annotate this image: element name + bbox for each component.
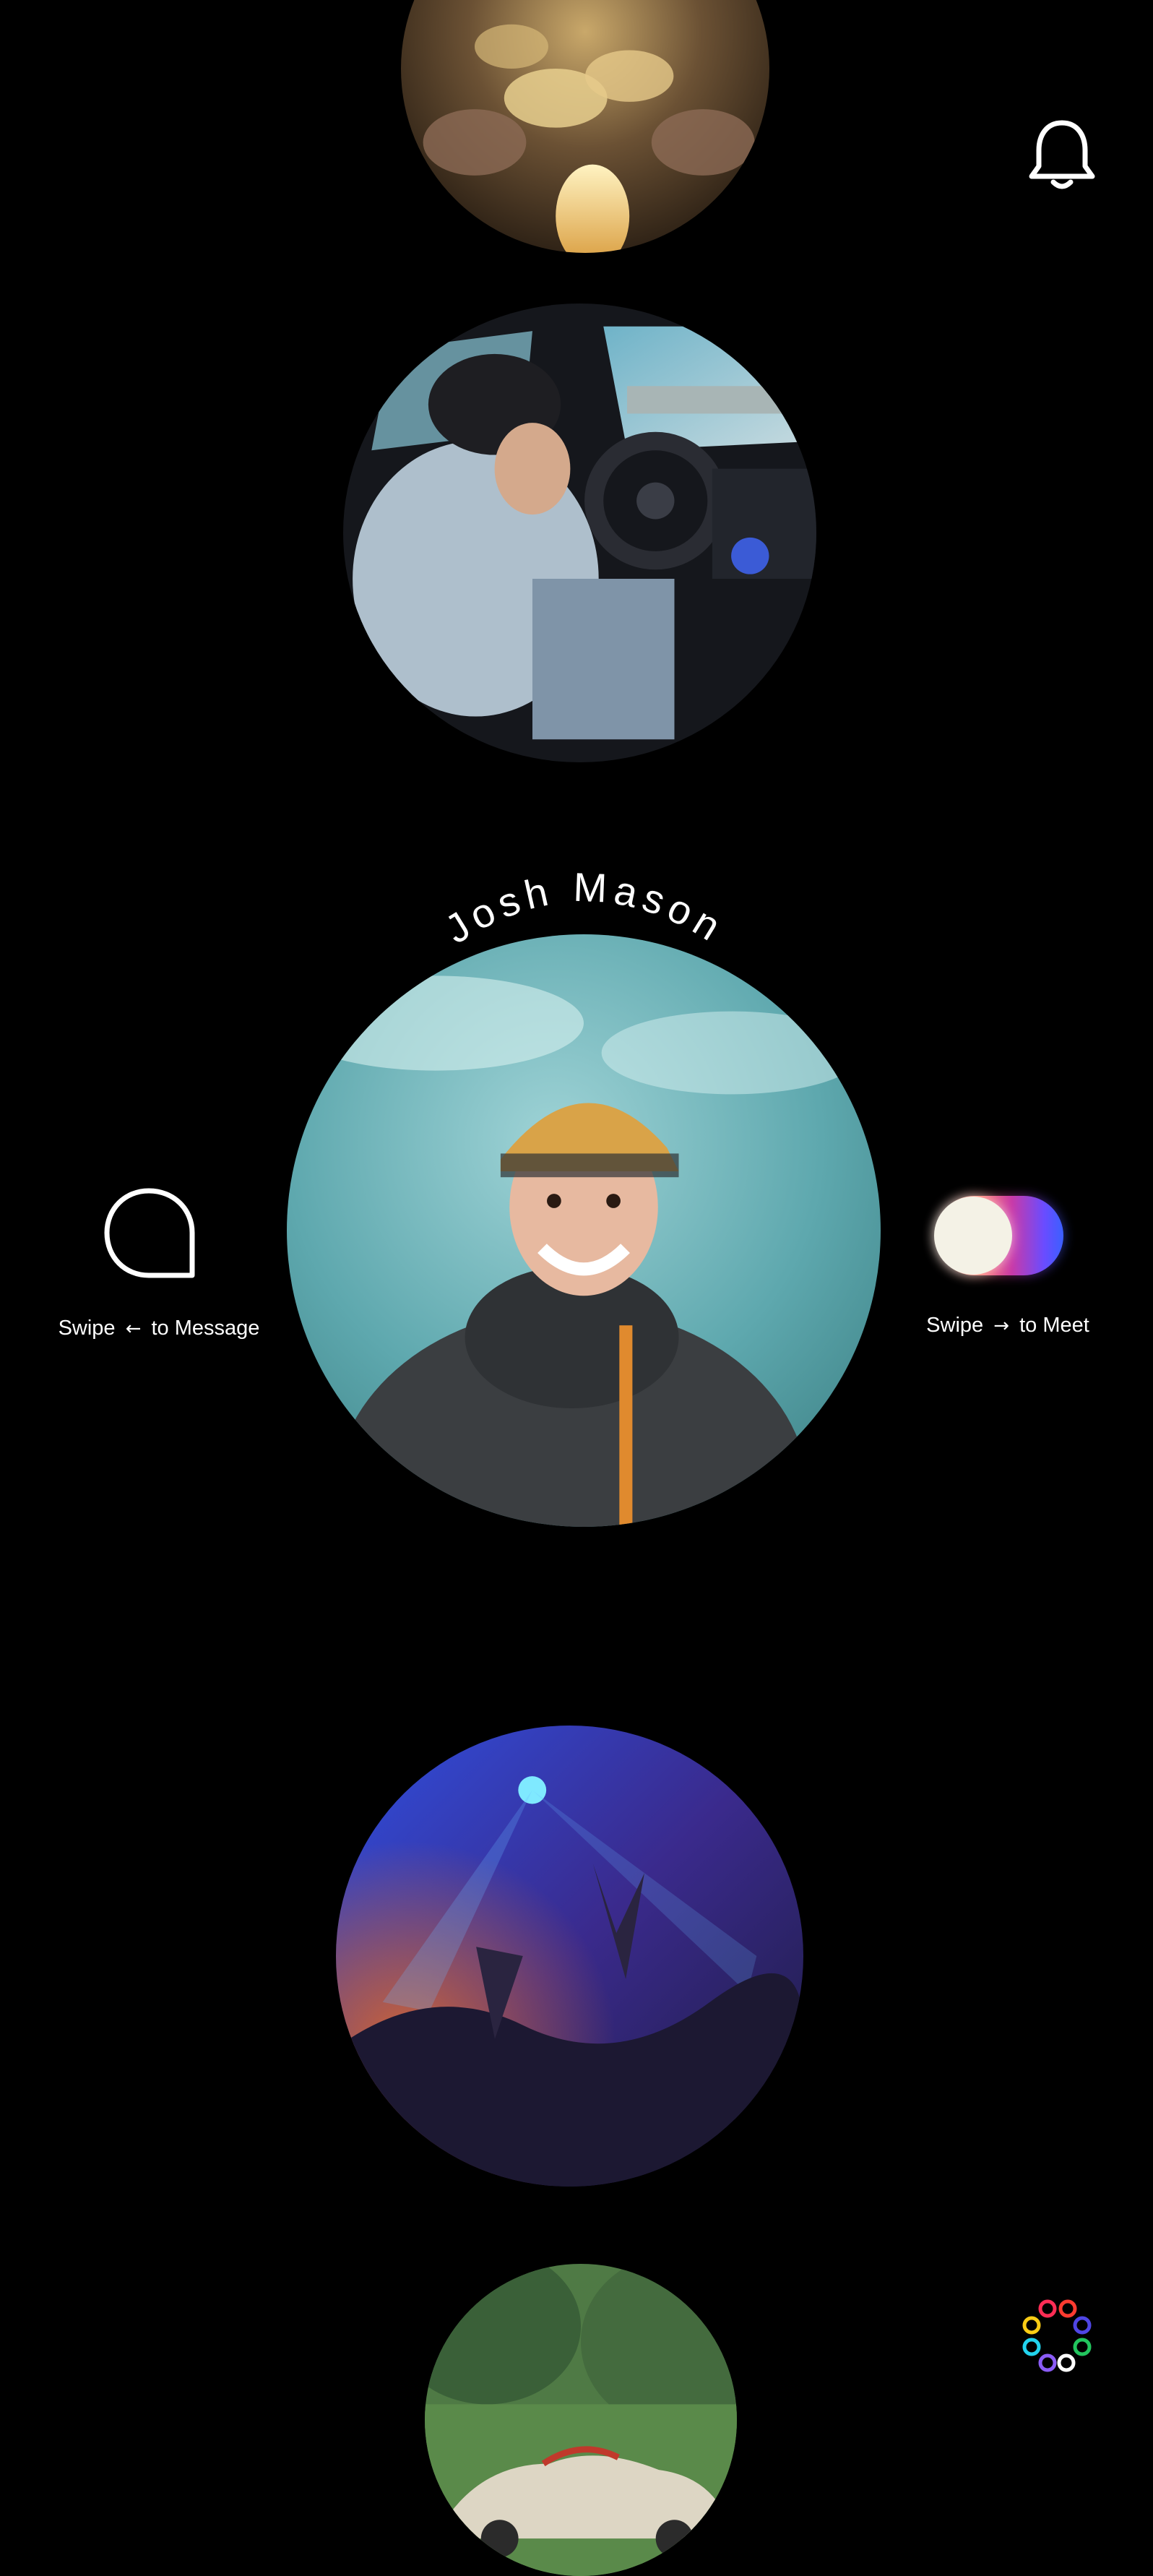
profile-name: Josh Mason <box>437 864 727 952</box>
msg-hint-suffix: to Message <box>151 1317 260 1340</box>
speech-bubble-icon[interactable] <box>101 1185 199 1283</box>
photo-wine-glasses[interactable] <box>401 0 769 253</box>
photo-portrait[interactable] <box>287 934 881 1527</box>
photo-driving[interactable] <box>343 303 816 762</box>
swipe-to-message-hint: Swipe ← to Message <box>29 1317 289 1340</box>
photo-concert[interactable] <box>336 1726 803 2187</box>
msg-hint-prefix: Swipe <box>58 1317 116 1340</box>
arrow-right-icon: → <box>993 1315 1010 1337</box>
arrow-left-icon: ← <box>125 1318 142 1340</box>
swipe-to-meet-hint: Swipe → to Meet <box>907 1314 1109 1337</box>
meet-hint-prefix: Swipe <box>926 1314 984 1337</box>
photo-vintage-car[interactable] <box>425 2264 737 2576</box>
svg-text:Josh Mason: Josh Mason <box>437 864 733 952</box>
bell-icon[interactable] <box>1026 116 1098 195</box>
profile-name-arc: Josh Mason <box>437 864 733 952</box>
color-ring-icon[interactable] <box>1019 2298 1098 2377</box>
meet-toggle-icon[interactable] <box>926 1189 1071 1283</box>
meet-hint-suffix: to Meet <box>1019 1314 1089 1337</box>
